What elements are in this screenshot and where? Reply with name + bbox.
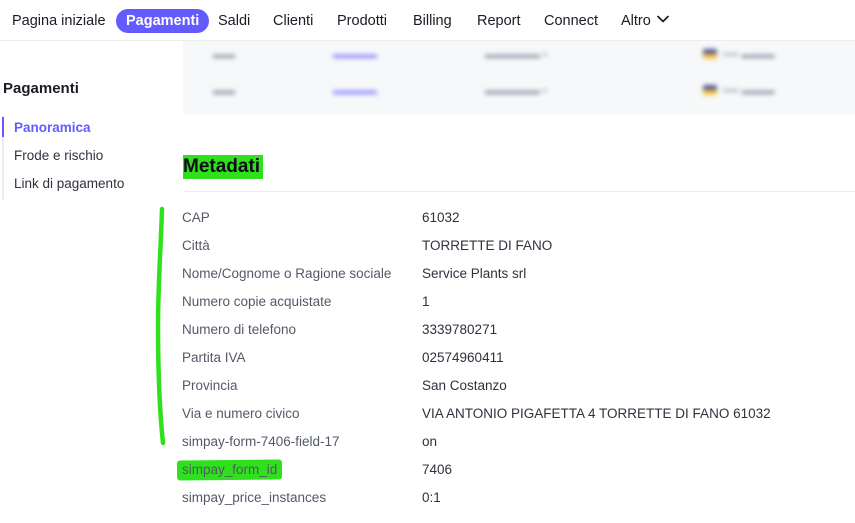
nav-item-customers[interactable]: Clienti [273, 9, 313, 33]
metadata-value: VIA ANTONIO PIGAFETTA 4 TORRETTE DI FANO… [422, 406, 771, 421]
metadata-row: Via e numero civico VIA ANTONIO PIGAFETT… [0, 406, 855, 428]
sidebar-active-indicator [2, 117, 4, 137]
metadata-row: simpay-form-7406-field-17 on [0, 434, 855, 456]
card-brand-icon [703, 49, 717, 59]
metadata-key-highlighted: simpay_form_id [182, 462, 278, 477]
card-brand-icon [703, 85, 717, 95]
metadata-value: 61032 [422, 210, 460, 225]
metadata-key: CAP [182, 210, 210, 225]
nav-item-reports[interactable]: Report [477, 9, 521, 33]
metadata-value: 1 [422, 294, 430, 309]
metadata-divider [183, 191, 855, 192]
table-row: ▬▬ ▬▬▬▬ ▬▬▬▬▬ ▪ •••• ▬▬▬ [213, 49, 775, 61]
nav-item-more-label: Altro [621, 13, 651, 29]
metadata-row: Provincia San Costanzo [0, 378, 855, 400]
metadata-key: simpay-form-7406-field-17 [182, 434, 340, 449]
annotation-stroke [155, 206, 166, 446]
metadata-key: Numero copie acquistate [182, 294, 332, 309]
sidebar-item-fraud-risk[interactable]: Frode e rischio [14, 148, 103, 163]
metadata-value: 3339780271 [422, 322, 498, 337]
metadata-key: Nome/Cognome o Ragione sociale [182, 266, 392, 281]
nav-item-balances[interactable]: Saldi [218, 9, 250, 33]
metadata-value: 7406 [422, 462, 453, 477]
nav-item-billing[interactable]: Billing [413, 9, 452, 33]
nav-item-connect[interactable]: Connect [544, 9, 598, 33]
metadata-row: Città TORRETTE DI FANO [0, 238, 855, 260]
nav-item-home[interactable]: Pagina iniziale [12, 9, 106, 33]
chevron-down-icon [656, 15, 669, 23]
metadata-title: Metadati [183, 155, 264, 179]
sidebar-item-payment-links[interactable]: Link di pagamento [14, 176, 124, 191]
metadata-key: Numero di telefono [182, 322, 297, 337]
metadata-row: simpay_form_id 7406 [0, 462, 855, 484]
metadata-row: CAP 61032 [0, 210, 855, 232]
metadata-value: 0:1 [422, 490, 441, 505]
metadata-value: 02574960411 [422, 350, 504, 365]
metadata-key: simpay_price_instances [182, 490, 327, 505]
nav-item-more[interactable]: Altro [621, 9, 669, 33]
metadata-row: Nome/Cognome o Ragione sociale Service P… [0, 266, 855, 288]
metadata-row: simpay_price_instances 0:1 [0, 490, 855, 512]
metadata-key: Via e numero civico [182, 406, 300, 421]
metadata-value: Service Plants srl [422, 266, 527, 281]
metadata-key: Città [182, 238, 210, 253]
nav-item-products[interactable]: Prodotti [337, 9, 387, 33]
table-row: ▬▬ ▬▬▬▬ ▬▬▬▬▬ ▪ •••• ▬▬▬ [213, 85, 775, 97]
metadata-key: Partita IVA [182, 350, 246, 365]
metadata-row: Numero di telefono 3339780271 [0, 322, 855, 344]
metadata-value: on [422, 434, 438, 449]
sidebar-item-overview[interactable]: Panoramica [14, 120, 91, 135]
top-navigation: Pagina iniziale Pagamenti Saldi Clienti … [0, 0, 855, 41]
blurred-payments-table: ▬▬ ▬▬▬▬ ▬▬▬▬▬ ▪ •••• ▬▬▬ ▬▬ ▬▬▬▬ ▬▬▬▬▬ ▪ •••• … [183, 41, 855, 115]
nav-item-payments[interactable]: Pagamenti [116, 9, 210, 33]
sidebar-title: Pagamenti [3, 80, 79, 97]
metadata-key: Provincia [182, 378, 238, 393]
metadata-row: Numero copie acquistate 1 [0, 294, 855, 316]
metadata-value: San Costanzo [422, 378, 507, 393]
metadata-value: TORRETTE DI FANO [422, 238, 553, 253]
metadata-row: Partita IVA 02574960411 [0, 350, 855, 372]
